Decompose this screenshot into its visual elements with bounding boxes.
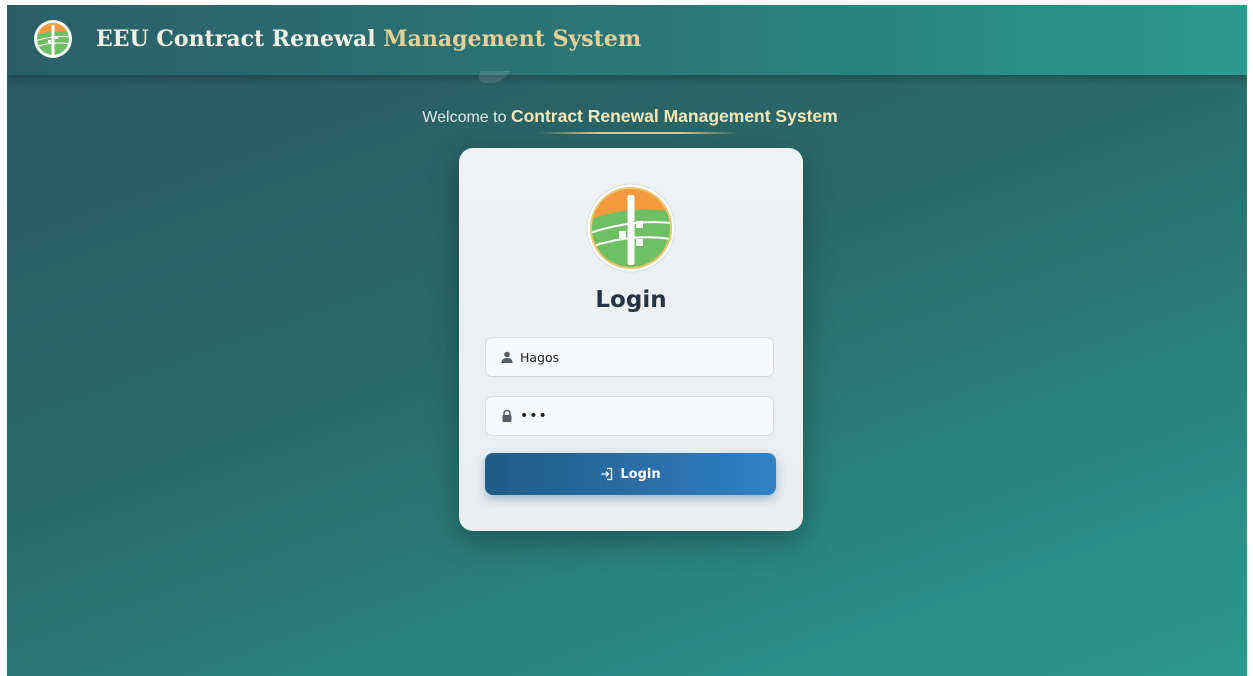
utility-pole-logo-icon [586,183,676,273]
password-input[interactable] [520,397,765,435]
utility-pole-logo-icon[interactable] [33,19,73,59]
welcome-prefix: Welcome to [422,109,507,126]
login-button-label: Login [620,466,661,482]
username-input[interactable] [520,338,765,376]
login-button[interactable]: Login [485,453,776,495]
app-title-main: EEU Contract Renewal [96,26,376,52]
welcome-heading: Welcome to Contract Renewal Management S… [7,106,1247,127]
welcome-underline [539,132,739,134]
sign-in-icon [601,467,613,481]
username-field[interactable] [485,337,774,377]
login-title: Login [595,287,667,313]
navbar-decoration [473,71,511,83]
app-window: EEU Contract Renewal Management System W… [7,5,1247,676]
lock-icon [502,409,512,422]
app-title-accent: Management System [383,26,642,52]
welcome-system-name: Contract Renewal Management System [510,106,838,126]
user-icon [501,351,513,363]
login-card: Login Login [459,148,803,531]
password-field[interactable] [485,396,774,436]
top-navbar: EEU Contract Renewal Management System [7,5,1247,75]
app-title: EEU Contract Renewal Management System [96,26,641,52]
